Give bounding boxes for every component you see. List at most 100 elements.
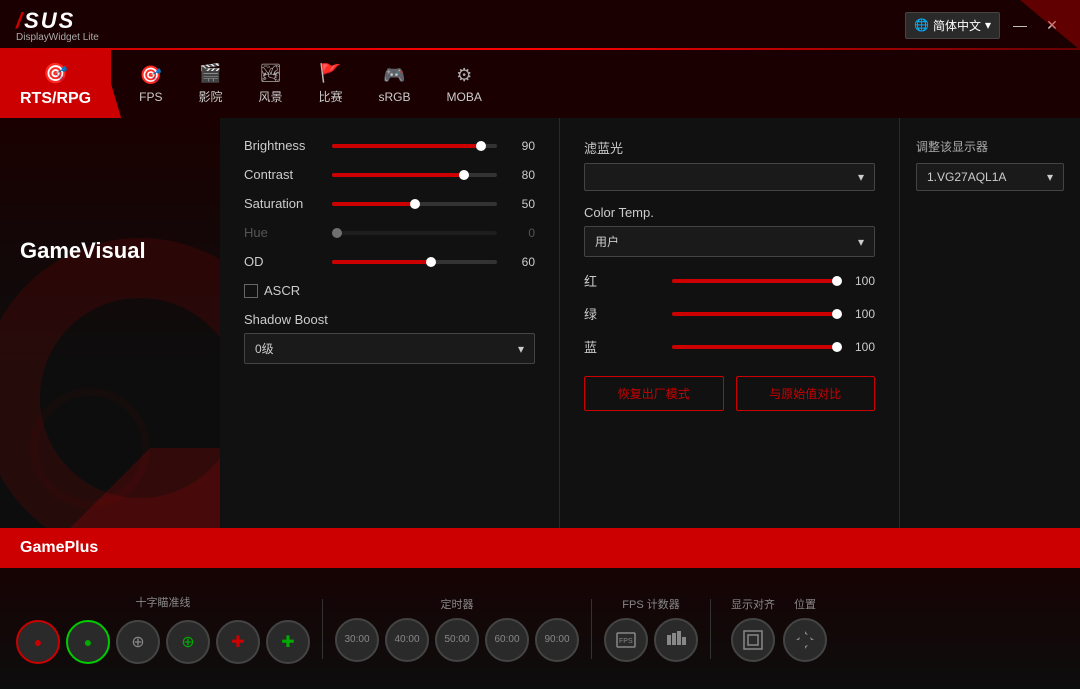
timer-btn-90[interactable]: 90:00 bbox=[535, 618, 579, 662]
timer-btn-40[interactable]: 40:00 bbox=[385, 618, 429, 662]
green-thumb[interactable] bbox=[832, 309, 842, 319]
pos-button[interactable] bbox=[783, 618, 827, 662]
monitor-value: 1.VG27AQL1A bbox=[927, 170, 1006, 184]
brightness-slider[interactable] bbox=[332, 144, 497, 148]
gameplus-header: GamePlus bbox=[0, 528, 1080, 568]
contrast-row: Contrast 80 bbox=[244, 167, 535, 182]
green-value: 100 bbox=[845, 307, 875, 321]
contrast-label: Contrast bbox=[244, 167, 324, 182]
logo-area: /SUS DisplayWidget Lite bbox=[16, 8, 99, 43]
factory-reset-button[interactable]: 恢复出厂模式 bbox=[584, 376, 724, 411]
contrast-slider[interactable] bbox=[332, 173, 497, 177]
hue-row: Hue 0 bbox=[244, 225, 535, 240]
green-slider[interactable] bbox=[672, 312, 837, 316]
red-slider[interactable] bbox=[672, 279, 837, 283]
saturation-thumb[interactable] bbox=[410, 199, 420, 209]
compare-original-button[interactable]: 与原始值对比 bbox=[736, 376, 876, 411]
tab-srgb[interactable]: 🎮 sRGB bbox=[361, 50, 429, 118]
ascr-label: ASCR bbox=[264, 283, 300, 298]
red-fill bbox=[672, 279, 837, 283]
filter-dropdown[interactable]: ▾ bbox=[584, 163, 875, 191]
crosshair-btn-2[interactable]: ● bbox=[66, 620, 110, 664]
hue-label: Hue bbox=[244, 225, 324, 240]
red-value: 100 bbox=[845, 274, 875, 288]
brightness-row: Brightness 90 bbox=[244, 138, 535, 153]
gameplus-section: GamePlus 十字瞄准线 ● ● ⊕ ⊕ bbox=[0, 528, 1080, 689]
display-align-group: 显示对齐 bbox=[731, 596, 775, 662]
tab-scenery[interactable]: 🏞 风景 bbox=[240, 50, 300, 118]
crosshair-btn-5[interactable]: ✚ bbox=[216, 620, 260, 664]
brightness-fill bbox=[332, 144, 481, 148]
crosshair-group: 十字瞄准线 ● ● ⊕ ⊕ ✚ bbox=[16, 594, 310, 664]
tab-cinema[interactable]: 🎬 影院 bbox=[180, 50, 240, 118]
fps-tab-icon: 🎯 bbox=[140, 65, 162, 86]
hue-thumb bbox=[332, 228, 342, 238]
display-label: 调整该显示器 bbox=[916, 138, 1064, 155]
sidebar: GameVisual bbox=[0, 118, 220, 528]
green-label: 绿 bbox=[584, 304, 664, 323]
timer-buttons: 30:00 40:00 50:00 60:00 90:00 bbox=[335, 618, 579, 662]
divider-2 bbox=[591, 599, 592, 659]
od-fill bbox=[332, 260, 431, 264]
fps-btn-2[interactable] bbox=[654, 618, 698, 662]
moba-tab-icon: ⚙ bbox=[456, 65, 472, 86]
crosshair-btn-6[interactable]: ✚ bbox=[266, 620, 310, 664]
align-button[interactable] bbox=[731, 618, 775, 662]
saturation-row: Saturation 50 bbox=[244, 196, 535, 211]
shadow-boost-section: Shadow Boost 0级 ▾ bbox=[244, 312, 535, 364]
tab-moba[interactable]: ⚙ MOBA bbox=[429, 50, 500, 118]
red-label: 红 bbox=[584, 271, 664, 290]
timer-btn-30[interactable]: 30:00 bbox=[335, 618, 379, 662]
align-label: 显示对齐 bbox=[731, 596, 775, 612]
blue-row: 蓝 100 bbox=[584, 337, 875, 356]
tab-race[interactable]: 🚩 比赛 bbox=[301, 50, 361, 118]
hue-value: 0 bbox=[505, 226, 535, 240]
saturation-label: Saturation bbox=[244, 196, 324, 211]
fps-counter-label: FPS 计数器 bbox=[604, 596, 698, 612]
blue-slider[interactable] bbox=[672, 345, 837, 349]
saturation-slider[interactable] bbox=[332, 202, 497, 206]
od-thumb[interactable] bbox=[426, 257, 436, 267]
color-temp-section: Color Temp. 用户 ▾ bbox=[584, 205, 875, 257]
header-decoration bbox=[1020, 0, 1080, 50]
od-slider[interactable] bbox=[332, 260, 497, 264]
action-buttons: 恢复出厂模式 与原始值对比 bbox=[584, 376, 875, 411]
blue-fill bbox=[672, 345, 837, 349]
tab-rts-rpg[interactable]: 🎯 RTS/RPG bbox=[0, 50, 111, 118]
language-selector[interactable]: 🌐 简体中文 ▾ bbox=[905, 12, 1000, 39]
tab-fps[interactable]: 🎯 FPS bbox=[121, 50, 180, 118]
green-row: 绿 100 bbox=[584, 304, 875, 323]
od-label: OD bbox=[244, 254, 324, 269]
moba-tab-label: MOBA bbox=[447, 90, 482, 104]
fps-btn-1[interactable]: FPS bbox=[604, 618, 648, 662]
panel-center: 滤蓝光 ▾ Color Temp. 用户 ▾ 红 bbox=[560, 118, 900, 528]
tab-navigation: 🎯 RTS/RPG 🎯 FPS 🎬 影院 🏞 风景 🚩 比赛 🎮 bbox=[0, 50, 1080, 118]
timer-btn-60[interactable]: 60:00 bbox=[485, 618, 529, 662]
contrast-value: 80 bbox=[505, 168, 535, 182]
blue-thumb[interactable] bbox=[832, 342, 842, 352]
sidebar-label: GameVisual bbox=[20, 238, 146, 264]
position-group: 位置 bbox=[783, 596, 827, 662]
brightness-thumb[interactable] bbox=[476, 141, 486, 151]
crosshair-btn-1[interactable]: ● bbox=[16, 620, 60, 664]
ascr-checkbox[interactable] bbox=[244, 284, 258, 298]
svg-text:FPS: FPS bbox=[619, 638, 633, 645]
red-thumb[interactable] bbox=[832, 276, 842, 286]
divider-1 bbox=[322, 599, 323, 659]
app-container: /SUS DisplayWidget Lite 🌐 简体中文 ▾ — ✕ 🎯 R… bbox=[0, 0, 1080, 689]
fps-counter-group: FPS 计数器 FPS bbox=[604, 596, 698, 662]
blue-label: 蓝 bbox=[584, 337, 664, 356]
color-temp-dropdown[interactable]: 用户 ▾ bbox=[584, 226, 875, 257]
timer-btn-50[interactable]: 50:00 bbox=[435, 618, 479, 662]
panel-right: 调整该显示器 1.VG27AQL1A ▾ bbox=[900, 118, 1080, 528]
shadow-boost-dropdown[interactable]: 0级 ▾ bbox=[244, 333, 535, 364]
race-tab-icon: 🚩 bbox=[319, 63, 341, 84]
crosshair-btn-3[interactable]: ⊕ bbox=[116, 620, 160, 664]
crosshair-btn-4[interactable]: ⊕ bbox=[166, 620, 210, 664]
contrast-fill bbox=[332, 173, 464, 177]
shadow-boost-arrow: ▾ bbox=[518, 342, 524, 356]
crosshair-label: 十字瞄准线 bbox=[16, 594, 310, 610]
monitor-selector[interactable]: 1.VG27AQL1A ▾ bbox=[916, 163, 1064, 191]
contrast-thumb[interactable] bbox=[459, 170, 469, 180]
od-row: OD 60 bbox=[244, 254, 535, 269]
